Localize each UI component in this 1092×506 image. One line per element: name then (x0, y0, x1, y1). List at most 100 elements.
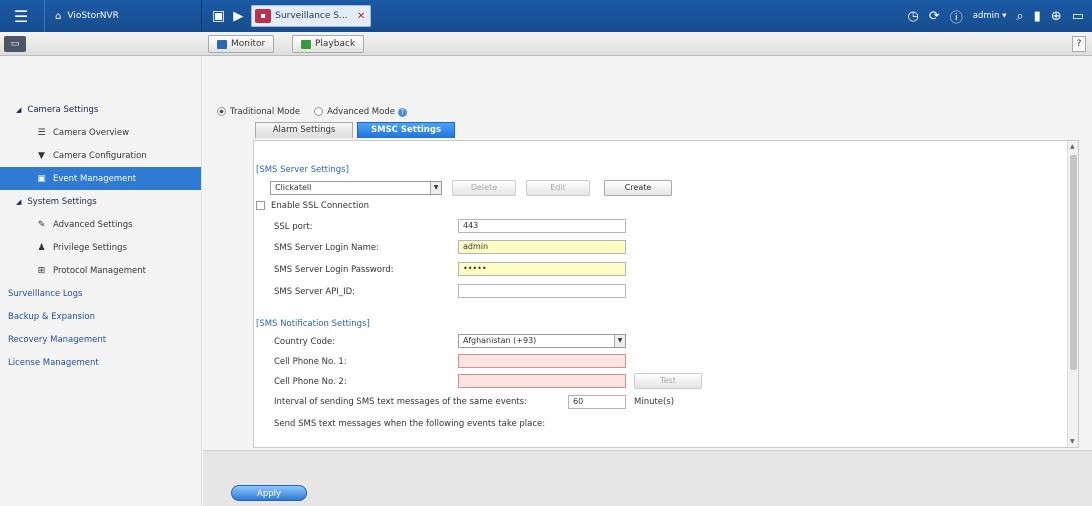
sidebar-item-label: License Management (8, 357, 99, 368)
phone2-label: Cell Phone No. 2: (274, 377, 347, 387)
monitor-button[interactable]: Monitor (208, 35, 275, 53)
checkbox-label: Enable SSL Connection (271, 201, 369, 211)
ssl-port-input[interactable]: 443 (458, 219, 626, 233)
sidebar-group-camera-settings[interactable]: ◢ Camera Settings (0, 98, 201, 121)
tab-alarm-settings[interactable]: Alarm Settings (255, 122, 353, 138)
app-tab-label: Surveillance S... (275, 11, 348, 21)
panel-scrollbar[interactable]: ▲ ▼ (1067, 141, 1078, 447)
api-id-label: SMS Server API_ID: (274, 287, 356, 297)
info-icon[interactable]: ⓘ (950, 7, 963, 26)
ssl-checkbox[interactable]: Enable SSL Connection (256, 201, 369, 211)
clock-icon[interactable]: ◷ (907, 9, 918, 24)
surveillance-app-tab[interactable]: ▪ Surveillance S... ✕ (251, 5, 372, 27)
top-right-tools: ◷ ⟳ ⓘ admin ▾ ⌕ ▮ ⊕ ▭ (907, 0, 1084, 32)
radio-label: Advanced Mode (327, 107, 395, 117)
scroll-up-icon[interactable]: ▲ (1070, 143, 1075, 150)
delete-button[interactable]: Delete (452, 180, 516, 196)
api-id-input[interactable] (458, 284, 626, 298)
footer-bar: Apply (203, 450, 1092, 506)
events-label: Send SMS text messages when the followin… (274, 419, 546, 429)
create-button[interactable]: Create (604, 180, 672, 196)
login-password-input[interactable]: ••••• (458, 262, 626, 276)
sidebar-item-privilege-settings[interactable]: ♟ Privilege Settings (0, 236, 201, 259)
sidebar-toggle-button[interactable]: ▭ (4, 36, 26, 52)
phone1-input[interactable] (458, 354, 626, 368)
phone2-input[interactable] (458, 374, 626, 388)
help-icon[interactable]: ? (397, 108, 407, 117)
traditional-mode-radio[interactable]: Traditional Mode (217, 107, 300, 117)
radio-label: Traditional Mode (230, 107, 301, 117)
desktop-icon[interactable]: ▣ (212, 8, 225, 24)
sidebar: ◢ Camera Settings ☰ Camera Overview ▼ Camer… (0, 56, 202, 506)
collapse-triangle-icon: ◢ (16, 105, 22, 114)
app-bar: ▣ ▶ ▪ Surveillance S... ✕ (212, 0, 372, 32)
sms-provider-select[interactable]: Clickatell ▼ (270, 181, 442, 195)
network-icon: ⊞ (37, 265, 46, 276)
chevron-down-icon: ▼ (430, 182, 441, 194)
radio-unchecked (314, 107, 324, 116)
scrollbar-thumb[interactable] (1070, 155, 1077, 370)
ssl-port-label: SSL port: (274, 222, 313, 232)
sidebar-item-label: Advanced Settings (53, 219, 133, 230)
play-icon[interactable]: ▶ (233, 9, 243, 24)
advanced-mode-radio[interactable]: Advanced Mode? (314, 107, 407, 117)
camera-config-icon: ▼ (38, 150, 45, 161)
login-password-label: SMS Server Login Password: (274, 265, 394, 275)
edit-button[interactable]: Edit (526, 180, 590, 196)
sidebar-item-surveillance-logs[interactable]: Surveillance Logs (0, 282, 201, 305)
sidebar-item-protocol-management[interactable]: ⊞ Protocol Management (0, 259, 201, 282)
mode-selector: Traditional Mode Advanced Mode? (217, 107, 407, 117)
globe-icon[interactable]: ⊕ (1051, 9, 1062, 24)
sync-icon[interactable]: ⟳ (929, 9, 940, 24)
toolbar: ▭ Monitor Playback ? (0, 32, 1092, 56)
apply-button[interactable]: Apply (231, 485, 307, 501)
login-name-input[interactable]: admin (458, 240, 626, 254)
sidebar-item-event-management[interactable]: ▣ Event Management (0, 167, 201, 190)
monitor-icon[interactable]: ▭ (1072, 9, 1084, 24)
search-icon[interactable]: ⌕ (1016, 9, 1023, 24)
sidebar-item-label: Camera Configuration (53, 150, 147, 161)
interval-unit: Minute(s) (634, 397, 675, 407)
sidebar-item-backup-expansion[interactable]: Backup & Expansion (0, 305, 201, 328)
sidebar-item-camera-configuration[interactable]: ▼ Camera Configuration (0, 144, 201, 167)
sidebar-item-recovery-management[interactable]: Recovery Management (0, 328, 201, 351)
country-code-select[interactable]: Afghanistan (+93) ▼ (458, 334, 626, 348)
playback-button[interactable]: Playback (292, 35, 365, 53)
sidebar-item-advanced-settings[interactable]: ✎ Advanced Settings (0, 213, 201, 236)
main-content: Traditional Mode Advanced Mode? Alarm Se… (203, 56, 1092, 450)
test-button[interactable]: Test (634, 373, 702, 389)
top-bar: ☰ ⌂ VioStorNVR ▣ ▶ ▪ Surveillance S... ✕… (0, 0, 1092, 32)
radio-checked (217, 107, 226, 116)
menu-icon[interactable]: ☰ (4, 0, 38, 32)
sidebar-item-camera-overview[interactable]: ☰ Camera Overview (0, 121, 201, 144)
wrench-icon: ✎ (37, 219, 46, 230)
sidebar-item-label: Camera Settings (27, 104, 99, 115)
notification-icon[interactable]: ▮ (1034, 9, 1041, 24)
collapse-triangle-icon: ◢ (16, 197, 22, 206)
close-icon[interactable]: ✕ (357, 11, 365, 22)
interval-input[interactable]: 60 (568, 395, 626, 409)
nvr-home-link[interactable]: ⌂ VioStorNVR (44, 0, 202, 32)
home-icon: ⌂ (55, 10, 62, 22)
sidebar-item-label: Backup & Expansion (8, 311, 95, 322)
interval-label: Interval of sending SMS text messages of… (274, 397, 527, 407)
sms-server-section-title: [SMS Server Settings] (256, 165, 349, 175)
monitor-icon (217, 39, 227, 49)
scroll-down-icon[interactable]: ▼ (1070, 438, 1075, 445)
user-menu[interactable]: admin ▾ (973, 11, 1007, 21)
sidebar-item-label: Protocol Management (53, 265, 146, 276)
tab-smsc-settings[interactable]: SMSC Settings (357, 122, 455, 138)
help-button[interactable]: ? (1072, 36, 1086, 52)
surveillance-app-icon: ▪ (255, 9, 272, 23)
select-value: Clickatell (275, 183, 312, 192)
smsc-settings-panel: [SMS Server Settings] Clickatell ▼ Delet… (253, 140, 1079, 448)
sidebar-item-label: System Settings (27, 196, 97, 207)
event-icon: ▣ (37, 173, 46, 184)
overview-icon: ☰ (37, 127, 46, 138)
sidebar-group-system-settings[interactable]: ◢ System Settings (0, 190, 201, 213)
user-name: admin (972, 11, 1000, 21)
monitor-label: Monitor (231, 39, 266, 49)
sidebar-item-label: Event Management (53, 173, 137, 184)
sidebar-item-label: Camera Overview (53, 127, 130, 138)
sidebar-item-license-management[interactable]: License Management (0, 351, 201, 374)
